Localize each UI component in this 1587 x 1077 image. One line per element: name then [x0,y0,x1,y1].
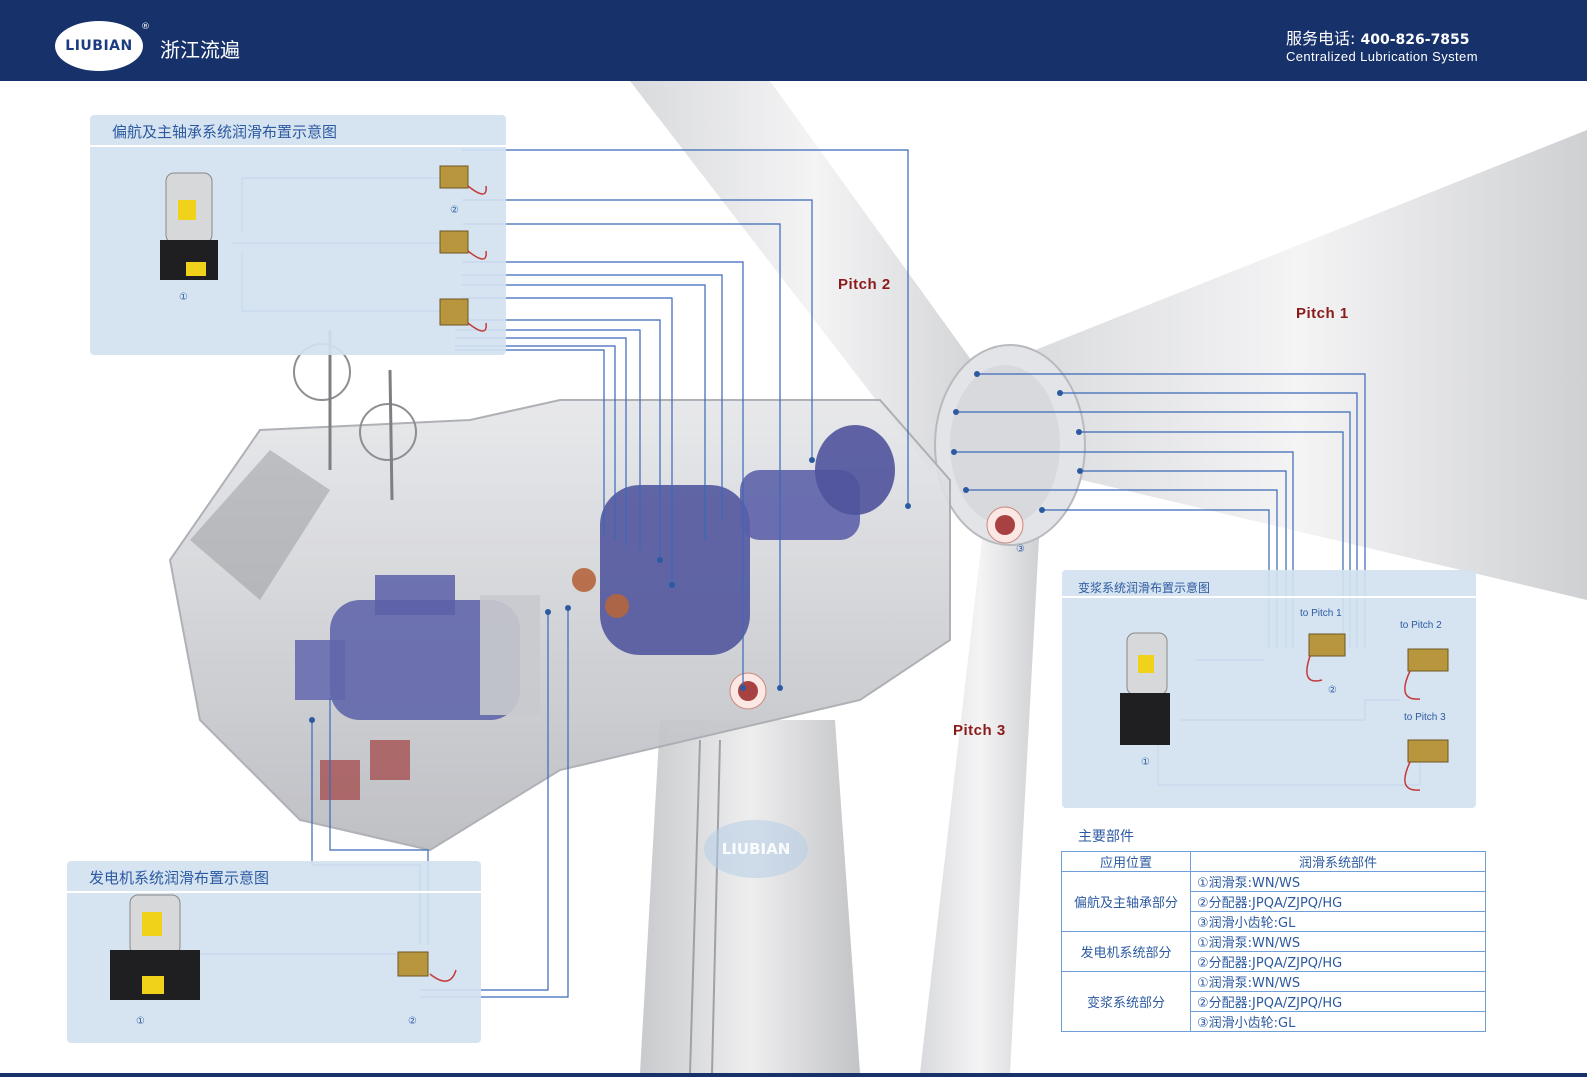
lube-pump-icon [160,172,218,280]
table-header-row: 应用位置 润滑系统部件 [1061,851,1486,872]
table-row: 发电机系统部分 ①润滑泵:WN/WS [1061,931,1486,972]
component-cell: ②分配器:JPQA/ZJPQ/HG [1190,951,1486,972]
parts-table-title: 主要部件 [1078,829,1134,845]
lube-pump-icon [1120,632,1170,745]
gear-number: ③ [1016,544,1025,555]
pitch-3-label: Pitch 3 [953,722,1006,739]
table-row: 偏航及主轴承部分 ①润滑泵:WN/WS [1061,871,1486,932]
location-cell: 发电机系统部分 [1061,931,1191,972]
component-cell: ①润滑泵:WN/WS [1190,971,1486,992]
component-cell: ③润滑小齿轮:GL [1190,1011,1486,1032]
component-cell: ②分配器:JPQA/ZJPQ/HG [1190,891,1486,912]
table-row: 变浆系统部分 ①润滑泵:WN/WS [1061,971,1486,1032]
lube-pump-icon [110,894,200,1000]
location-cell: 偏航及主轴承部分 [1061,871,1191,932]
component-cell: ②分配器:JPQA/ZJPQ/HG [1190,991,1486,1012]
component-cell: ③润滑小齿轮:GL [1190,911,1486,932]
location-cell: 变浆系统部分 [1061,971,1191,1032]
column-header-location: 应用位置 [1061,851,1191,872]
pitch-2-label: Pitch 2 [838,276,891,293]
component-cell: ①润滑泵:WN/WS [1190,931,1486,952]
pitch-1-label: Pitch 1 [1296,305,1349,322]
footer-rule [0,1073,1587,1077]
component-cell: ①润滑泵:WN/WS [1190,871,1486,892]
parts-table: 应用位置 润滑系统部件 偏航及主轴承部分 ①润滑泵:WN/WS ②分配器:JPQ… [1061,851,1486,1032]
watermark-logo: LIUBIAN [704,820,808,878]
column-header-components: 润滑系统部件 [1190,851,1486,872]
